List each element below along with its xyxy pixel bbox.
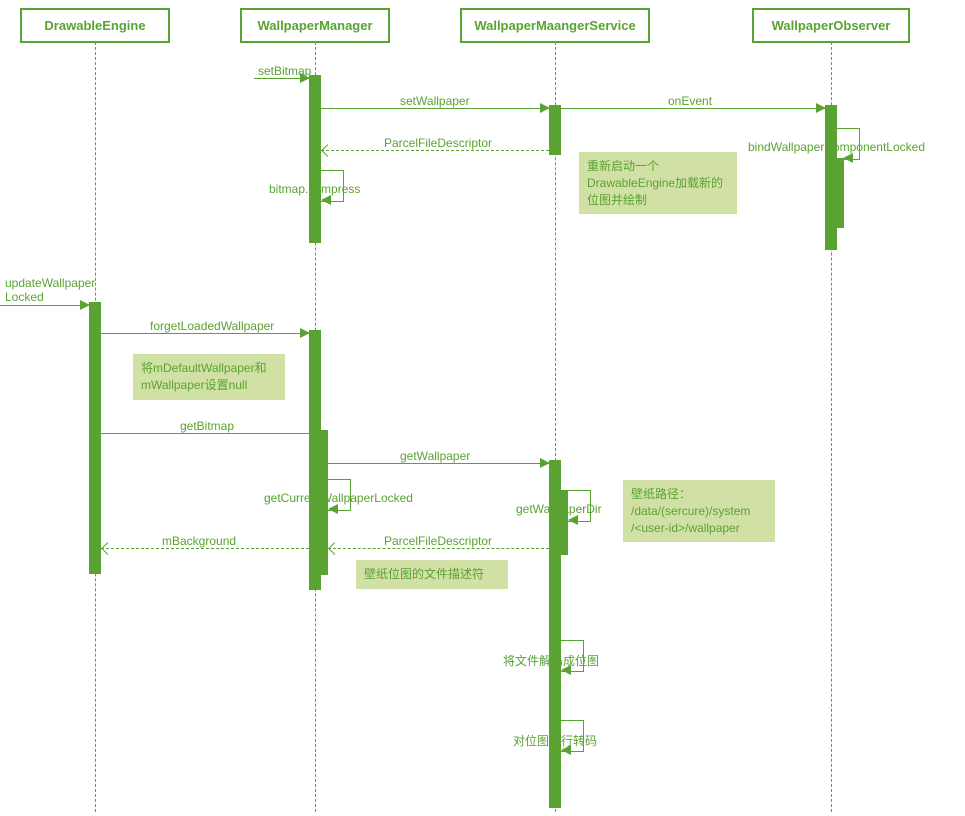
arrowhead-onevent: [816, 103, 826, 113]
arrowhead-bindwallpaper: [843, 153, 853, 163]
activation-wo-1b: [834, 158, 844, 228]
arrow-onevent: [561, 108, 825, 109]
arrow-mbackground: [101, 548, 309, 549]
label-updatewallpaper-2: Locked: [5, 290, 44, 304]
arrowhead-forgetloaded: [300, 328, 310, 338]
label-bindwallpaper: bindWallpaperComponentLocked: [748, 140, 925, 154]
arrowhead-setwallpaper: [540, 103, 550, 113]
note-wallpaper-path-2: /data/(sercure)/system: [631, 504, 750, 518]
arrowhead-pfd-2: [328, 542, 341, 555]
activation-wm-1: [309, 75, 321, 243]
arrowhead-getbitmap: [309, 428, 319, 438]
label-pfd-1: ParcelFileDescriptor: [384, 136, 492, 150]
label-getbitmap: getBitmap: [180, 419, 234, 433]
note-set-null: 将mDefaultWallpaper和mWallpaper设置null: [133, 354, 285, 400]
label-mbackground: mBackground: [162, 534, 236, 548]
arrowhead-getcurrentwallpaper: [328, 504, 338, 514]
arrow-getwallpaper: [328, 463, 549, 464]
participant-wallpaper-manager: WallpaperManager: [240, 8, 390, 43]
note-wallpaper-path-3: /<user-id>/wallpaper: [631, 521, 740, 535]
activation-wms-1: [549, 105, 561, 155]
arrow-setwallpaper: [321, 108, 549, 109]
arrow-getbitmap: [101, 433, 318, 434]
activation-wms-2b: [558, 490, 568, 555]
participant-wallpaper-manager-service: WallpaperMaangerService: [460, 8, 650, 43]
label-setwallpaper: setWallpaper: [400, 94, 470, 108]
arrowhead-mbackground: [101, 542, 114, 555]
note-file-descriptor: 壁纸位图的文件描述符: [356, 560, 508, 589]
label-decodefile: 将文件解码成位图: [503, 652, 599, 669]
label-getwallpaper: getWallpaper: [400, 449, 470, 463]
label-pfd-2: ParcelFileDescriptor: [384, 534, 492, 548]
participant-drawable-engine: DrawableEngine: [20, 8, 170, 43]
label-bitmapcompress: bitmap.compress: [269, 182, 360, 196]
label-getwallpaperdir: getWallpaperDir: [516, 502, 602, 516]
arrow-forgetloaded: [101, 333, 309, 334]
note-wallpaper-path-1: 壁纸路径：: [631, 487, 691, 501]
label-transcode: 对位图进行转码: [513, 732, 597, 749]
note-restart-engine: 重新启动一个DrawableEngine加载新的位图并绘制: [579, 152, 737, 214]
activation-de-1: [89, 302, 101, 574]
arrow-pfd-1: [321, 150, 549, 151]
label-updatewallpaper: updateWallpaper Locked: [5, 276, 95, 304]
label-forgetloaded: forgetLoadedWallpaper: [150, 319, 274, 333]
arrowhead-getwallpaperdir: [568, 515, 578, 525]
label-setbitmap: setBitmap: [258, 64, 311, 78]
arrowhead-bitmapcompress: [321, 195, 331, 205]
arrowhead-pfd-1: [321, 144, 334, 157]
label-updatewallpaper-1: updateWallpaper: [5, 276, 95, 290]
note-wallpaper-path: 壁纸路径： /data/(sercure)/system /<user-id>/…: [623, 480, 775, 542]
arrowhead-getwallpaper: [540, 458, 550, 468]
arrow-updatewallpaper: [0, 305, 89, 306]
label-onevent: onEvent: [668, 94, 712, 108]
participant-wallpaper-observer: WallpaperObserver: [752, 8, 910, 43]
arrow-pfd-2: [328, 548, 549, 549]
label-getcurrentwallpaper: getCurrentWallpaperLocked: [264, 491, 413, 505]
